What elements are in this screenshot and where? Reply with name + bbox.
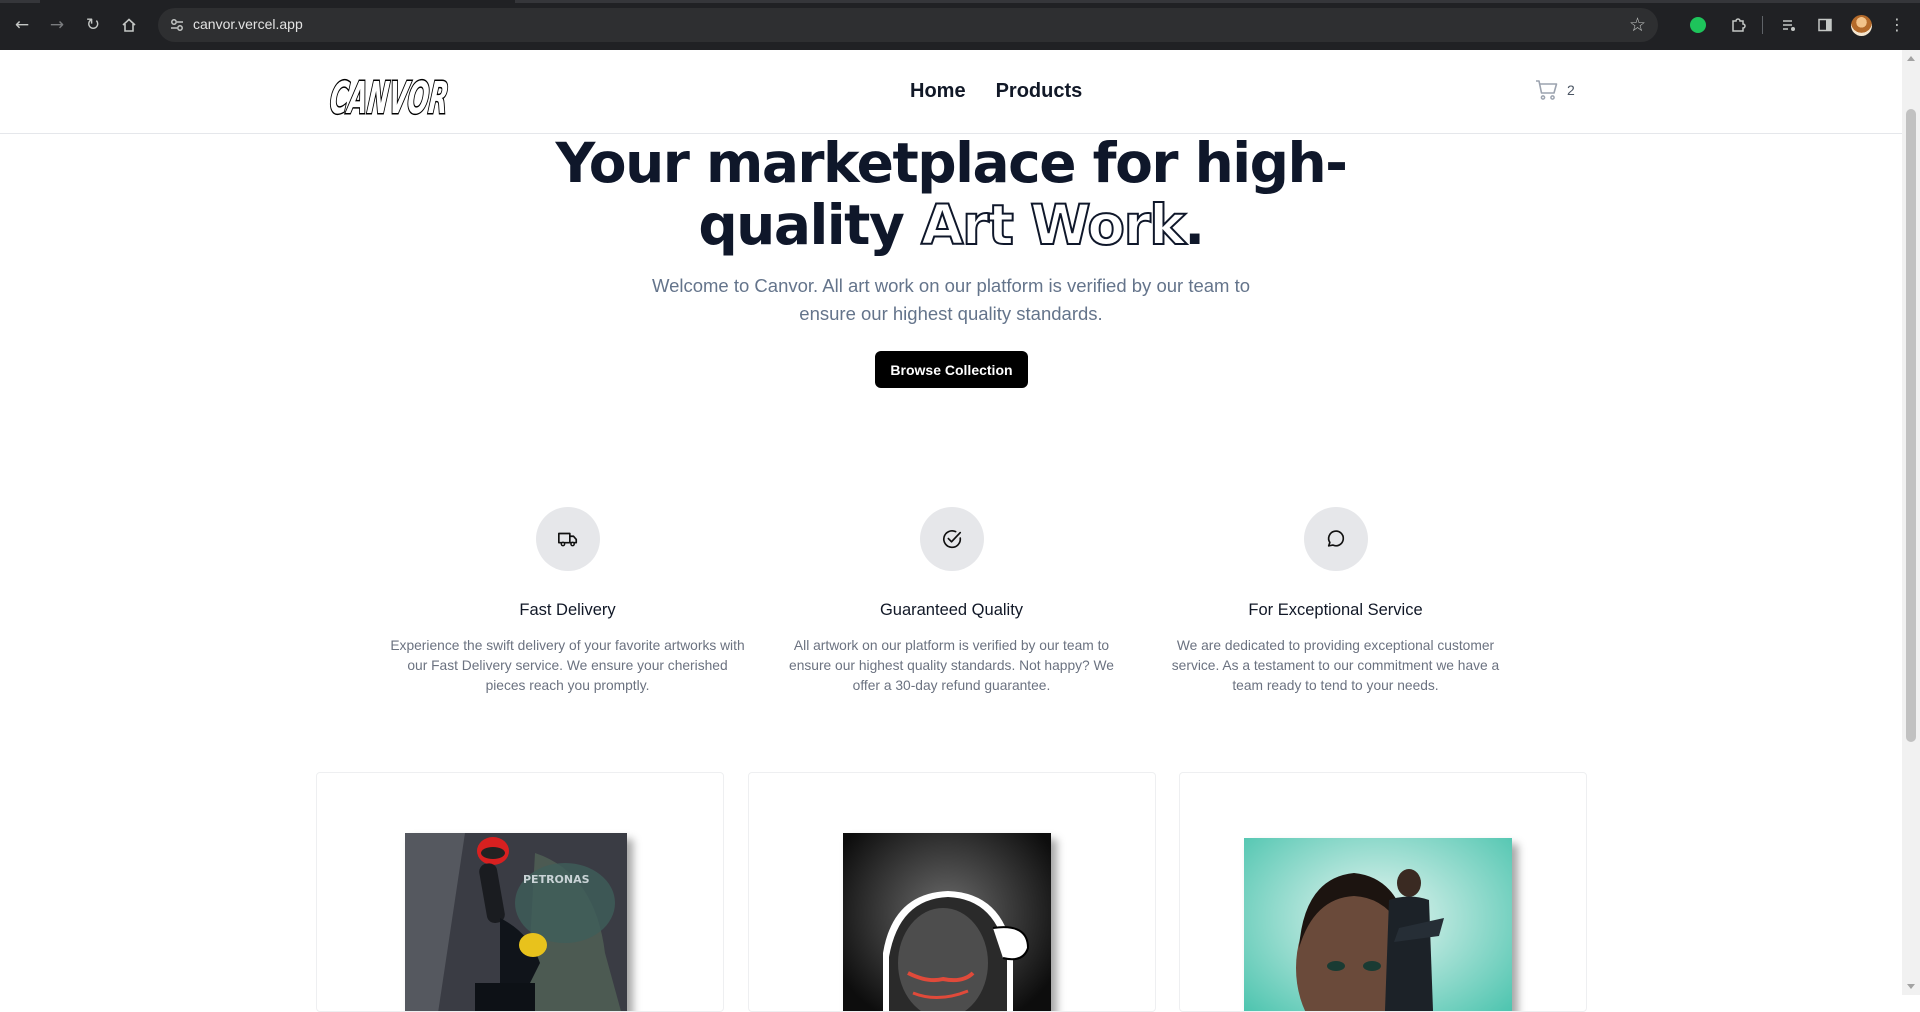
feature-title: For Exceptional Service: [1248, 601, 1423, 619]
reload-icon[interactable]: ↻: [82, 14, 104, 36]
chat-bubble-icon: [1327, 530, 1344, 547]
feature-description: Experience the swift delivery of your fa…: [390, 638, 745, 693]
tab-strip: [0, 0, 1920, 3]
artwork-illustration: [1244, 838, 1512, 1011]
feature-icon-circle: [1303, 507, 1368, 571]
feature-title: Guaranteed Quality: [879, 601, 1024, 619]
hero-title: Your marketplace for high- quality Art W…: [451, 131, 1451, 257]
hero-title-period: .: [1184, 193, 1205, 257]
feature-title: Fast Delivery: [519, 601, 616, 619]
feature-icon-circle: [919, 507, 984, 571]
product-card[interactable]: PETRONAS: [316, 772, 724, 1012]
page-scrollbar[interactable]: [1902, 50, 1920, 995]
bookmark-star-icon[interactable]: ☆: [1629, 14, 1646, 36]
side-panel-icon[interactable]: [1814, 14, 1836, 36]
scrollbar-thumb[interactable]: [1906, 109, 1916, 742]
truck-icon: [557, 532, 577, 547]
site-header: CANVOR Home Products 2: [0, 50, 1902, 134]
scroll-down-arrow-icon[interactable]: [1907, 984, 1915, 989]
hero-subtitle: Welcome to Canvor. All art work on our p…: [651, 275, 1251, 324]
media-control-icon[interactable]: [1778, 14, 1800, 36]
svg-text:PETRONAS: PETRONAS: [523, 873, 590, 886]
canvor-logo[interactable]: CANVOR: [326, 63, 456, 121]
artwork-illustration: [843, 833, 1051, 1011]
back-icon[interactable]: ←: [11, 14, 33, 36]
forward-icon[interactable]: →: [46, 14, 68, 36]
product-card[interactable]: [1179, 772, 1587, 1012]
browser-toolbar: ← → ↻ canvor.vercel.app ☆ ⋮: [0, 0, 1920, 50]
toolbar-divider: [1762, 16, 1763, 34]
profile-avatar[interactable]: [1851, 15, 1872, 36]
url-text[interactable]: canvor.vercel.app: [193, 16, 303, 32]
hero-title-outline-text: Art Work: [920, 193, 1187, 257]
cart-count: 2: [1567, 82, 1575, 98]
feature-description: All artwork on our platform is verified …: [789, 638, 1114, 693]
feature-fast-delivery: Fast Delivery Experience the swift deliv…: [390, 507, 745, 696]
artwork-illustration: PETRONAS: [405, 833, 627, 1011]
hero-title-line1: Your marketplace for high-: [555, 131, 1348, 195]
extensions-puzzle-icon[interactable]: [1727, 14, 1749, 36]
active-tab[interactable]: [40, 0, 515, 3]
product-image-teal-portrait[interactable]: [1244, 838, 1512, 1011]
nav-products-link[interactable]: Products: [996, 80, 1083, 103]
nav-home-link[interactable]: Home: [910, 80, 966, 103]
site-settings-icon[interactable]: [168, 16, 186, 34]
scroll-up-arrow-icon[interactable]: [1907, 56, 1915, 61]
home-icon[interactable]: [118, 14, 140, 36]
cart-button[interactable]: 2: [1535, 79, 1575, 101]
feature-guaranteed-quality: Guaranteed Quality All artwork on our pl…: [774, 507, 1129, 696]
product-image-petronas-art[interactable]: PETRONAS: [405, 833, 627, 1011]
feature-exceptional-service: For Exceptional Service We are dedicated…: [1158, 507, 1513, 696]
product-image-bw-portrait[interactable]: [843, 833, 1051, 1011]
shopping-cart-icon: [1536, 80, 1558, 100]
menu-kebab-icon[interactable]: ⋮: [1886, 14, 1908, 36]
hero-title-line2: quality: [698, 193, 921, 257]
check-circle-icon: [942, 530, 961, 549]
svg-text:CANVOR: CANVOR: [328, 73, 451, 121]
feature-description: We are dedicated to providing exceptiona…: [1171, 638, 1500, 693]
main-nav: Home Products: [910, 80, 1082, 103]
feature-icon-circle: [535, 507, 600, 571]
address-bar[interactable]: canvor.vercel.app ☆: [158, 8, 1658, 42]
browse-collection-button[interactable]: Browse Collection: [875, 351, 1028, 388]
extension-status-icon[interactable]: [1690, 17, 1706, 33]
product-card[interactable]: [748, 772, 1156, 1012]
